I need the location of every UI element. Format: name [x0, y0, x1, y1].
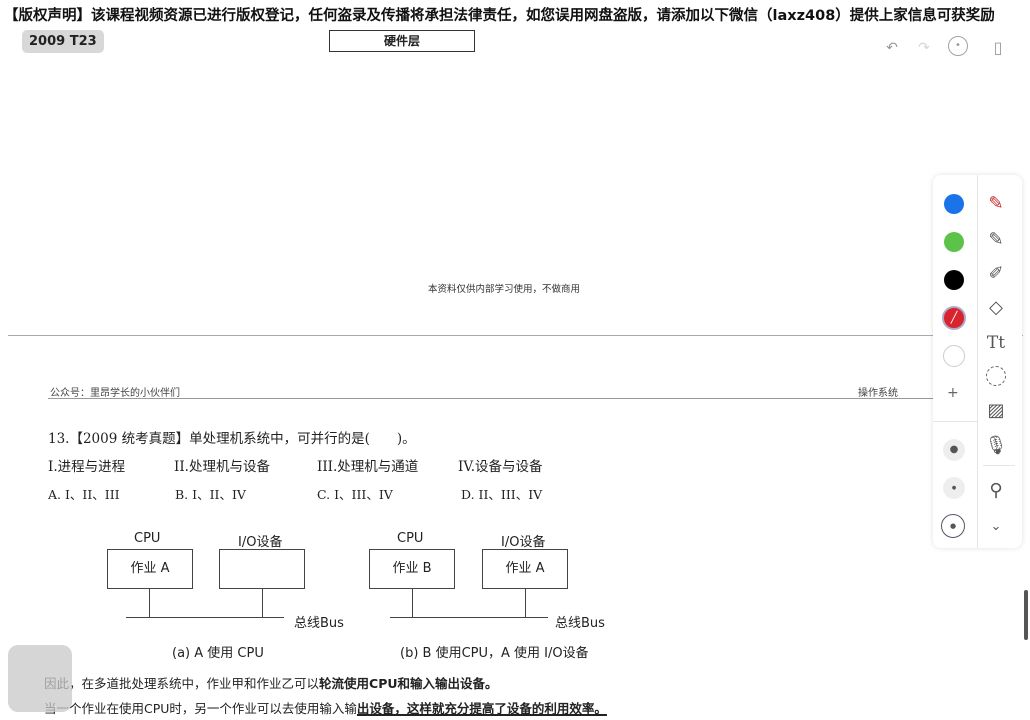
paragraph-1: 因此，在多道批处理系统中，作业甲和作业乙可以轮流使用CPU和输入输出设备。 [44, 673, 498, 692]
hardware-layer-box: 硬件层 [329, 30, 475, 52]
para2-text: 当一个作业在使用CPU时，另一个作业可以去使用输入输 [44, 701, 357, 716]
text-tool-icon[interactable]: Tt [984, 331, 1008, 355]
chevron-down-icon[interactable]: ⌄ [984, 515, 1008, 539]
eraser-icon[interactable]: ◇ [984, 296, 1008, 320]
divider [983, 465, 1015, 466]
page-footer-note: 本资料仅供内部学习使用，不做商用 [428, 284, 581, 295]
item-3: III.处理机与通道 [317, 459, 419, 475]
microphone-icon[interactable]: 🎙 [984, 434, 1008, 458]
option-d: D. II、III、IV [461, 487, 543, 502]
color-blue[interactable] [944, 194, 964, 214]
paragraph-2: 当一个作业在使用CPU时，另一个作业可以去使用输入输出设备，这样就充分提高了设备… [44, 698, 607, 717]
more-icon[interactable]: • [948, 36, 968, 56]
connector [149, 589, 150, 617]
add-color-icon[interactable]: + [947, 385, 959, 401]
diagram-b-bus-line [390, 617, 548, 618]
pen-toolbar: ╱ + ● ● ● ✎ ✎ ✐ ◇ Tt ▨ 🎙 ⚲ ⌄ [933, 175, 1022, 548]
item-4: IV.设备与设备 [458, 459, 543, 475]
marker-pen-icon[interactable]: ✎ [984, 192, 1008, 216]
floating-button[interactable] [8, 645, 72, 712]
page-icon[interactable]: ▯ [986, 36, 1010, 60]
diagram-a-bus-line [126, 617, 284, 618]
item-2: II.处理机与设备 [174, 459, 270, 475]
color-black[interactable] [944, 270, 964, 290]
para1-text: 因此，在多道批处理系统中，作业甲和作业乙可以 [44, 676, 320, 691]
diagram-a-io-box [219, 549, 305, 589]
para1-bold: 轮流使用CPU和输入输出设备。 [319, 676, 498, 691]
connector [412, 589, 413, 617]
color-red-selected[interactable]: ╱ [942, 306, 966, 330]
stroke-size-medium-selected[interactable]: ● [941, 514, 965, 538]
stroke-size-large[interactable]: ● [943, 439, 965, 461]
connector [525, 589, 526, 617]
scrollbar[interactable] [1024, 590, 1028, 640]
diagram-a-caption: (a) A 使用 CPU [172, 646, 264, 661]
header-right: 操作系统 [858, 388, 898, 399]
header-left: 公众号：里昂学长的小伙伴们 [50, 388, 180, 399]
option-b: B. I、II、IV [175, 487, 246, 502]
color-white[interactable] [943, 345, 965, 367]
undo-icon[interactable]: ↶ [880, 36, 904, 60]
redo-icon[interactable]: ↷ [912, 36, 936, 60]
diagram-b-bus-label: 总线Bus [555, 616, 605, 631]
diagram-b-cpu-box: 作业 B [369, 549, 455, 589]
image-icon[interactable]: ▨ [984, 399, 1008, 423]
question-text: 13.【2009 统考真题】单处理机系统中，可并行的是( )。 [48, 431, 416, 447]
diagram-b-caption: (b) B 使用CPU，A 使用 I/O设备 [400, 646, 589, 661]
para2-underlined: 出设备，这样就充分提高了设备的利用效率。 [356, 701, 607, 716]
option-c: C. I、III、IV [317, 487, 393, 502]
divider [933, 421, 977, 422]
question-tag[interactable]: 2009 T23 [22, 30, 104, 53]
copyright-banner: 【版权声明】该课程视频资源已进行版权登记，任何盗录及传播将承担法律责任，如您误用… [0, 0, 1030, 32]
highlighter-icon[interactable]: ✐ [984, 262, 1008, 286]
diagram-a-cpu-box: 作业 A [107, 549, 193, 589]
page-break [8, 335, 1023, 336]
diagram-b-io-label: I/O设备 [501, 535, 546, 550]
lasso-icon[interactable] [986, 366, 1006, 386]
top-toolbar: ↶ ↷ • ▯ [870, 34, 1020, 68]
connector [262, 589, 263, 617]
diagram-a-io-label: I/O设备 [238, 535, 283, 550]
item-1: I.进程与进程 [48, 459, 126, 475]
option-a: A. I、II、III [48, 487, 120, 502]
diagram-b-io-box: 作业 A [482, 549, 568, 589]
laser-pointer-icon[interactable]: ⚲ [984, 479, 1008, 503]
color-green[interactable] [944, 232, 964, 252]
pencil-icon[interactable]: ✎ [984, 228, 1008, 252]
header-rule [48, 398, 933, 399]
panel-divider [977, 175, 978, 548]
stroke-size-small[interactable]: ● [943, 477, 965, 499]
diagram-a-cpu-label: CPU [134, 531, 161, 546]
diagram-a-bus-label: 总线Bus [294, 616, 344, 631]
diagram-b-cpu-label: CPU [397, 531, 424, 546]
